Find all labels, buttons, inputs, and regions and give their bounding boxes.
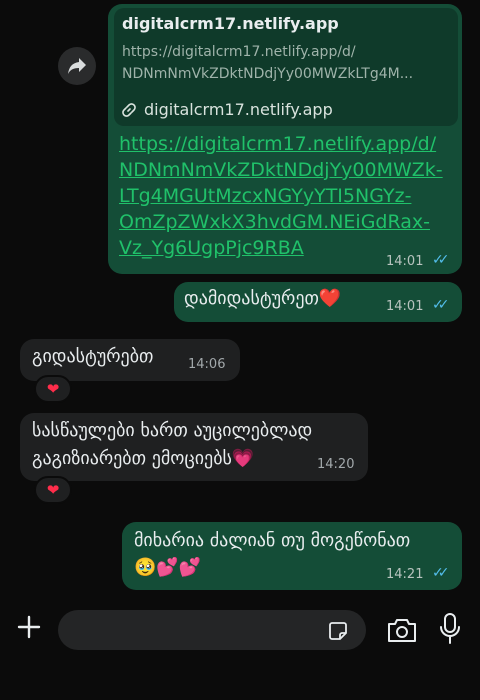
double-check-icon: ✓✓ [432,565,450,581]
link-icon [122,102,136,117]
message-time: 14:01 [386,254,424,269]
url-line: LTg4MGUtMzcxNGYyYTI5NGYz- [119,185,412,207]
url-line: OmZpZWxkX3hvdGM.NEiGdRax- [119,211,431,233]
message-time: 14:01 [386,299,424,314]
link-preview-title: digitalcrm17.netlify.app [122,14,339,33]
message-time: 14:06 [188,357,226,372]
message-time: 14:20 [317,457,355,472]
double-check-icon: ✓✓ [432,252,450,268]
message-input[interactable] [58,610,366,650]
forward-button[interactable] [58,47,96,85]
link-preview-url-line2: NDNmNmVkZDktNDdjYy00MWZkLTg4M... [122,66,414,82]
composer-bar [0,600,480,700]
message-text-line2: გაგიზიარებთ ემოციებს💗 [32,448,255,469]
message-link-text[interactable]: https://digitalcrm17.netlify.app/d/ NDNm… [119,131,454,261]
double-check-icon: ✓✓ [432,297,450,313]
reaction-badge[interactable]: ❤ [34,375,72,403]
message-text: გიდასტურებთ [32,346,154,367]
microphone-icon[interactable] [438,612,462,646]
chat-area: digitalcrm17.netlify.app https://digital… [0,0,480,600]
message-text-line1: სასწაულები ხართ აუცილებლად [32,420,313,441]
link-preview-domain: digitalcrm17.netlify.app [144,100,333,119]
url-line: https://digitalcrm17.netlify.app/d/ [119,133,437,155]
heart-reaction: ❤ [46,481,60,499]
camera-icon[interactable] [386,616,418,644]
heart-reaction: ❤ [46,380,60,398]
sticker-icon[interactable] [328,621,348,641]
url-line: NDNmNmVkZDktNDdjYy00MWZk- [119,159,443,181]
reaction-badge[interactable]: ❤ [34,476,72,504]
plus-icon[interactable] [14,612,44,642]
message-text: დამიდასტურეთ❤️ [184,288,342,309]
link-preview-url-line1: https://digitalcrm17.netlify.app/d/ [122,44,356,60]
link-preview-card[interactable]: digitalcrm17.netlify.app https://digital… [114,8,458,126]
message-text-line1: მიხარია ძალიან თუ მოგეწონათ [134,530,411,551]
link-preview-domain-row: digitalcrm17.netlify.app [122,100,333,119]
message-text-line2: 🥹💕💕 [134,557,202,578]
share-icon [68,58,86,74]
message-time: 14:21 [386,567,424,582]
